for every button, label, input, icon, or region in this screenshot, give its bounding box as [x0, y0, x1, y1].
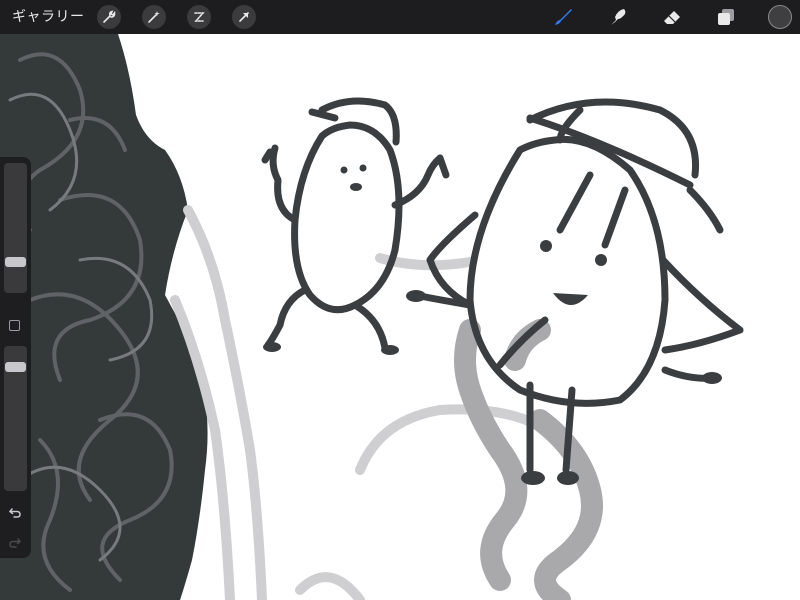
dark-scribble-mass: [0, 34, 208, 600]
selection-icon[interactable]: [187, 5, 211, 29]
wrench-icon[interactable]: [97, 5, 121, 29]
brush-size-thumb[interactable]: [5, 257, 26, 267]
layers-icon[interactable]: [714, 5, 738, 29]
gallery-button[interactable]: ギャラリー: [12, 8, 85, 26]
color-picker-button[interactable]: [768, 5, 792, 29]
transform-arrow-icon[interactable]: [232, 5, 256, 29]
opacity-thumb[interactable]: [5, 362, 26, 372]
brush-size-slider[interactable]: [4, 163, 27, 293]
artwork: [0, 34, 744, 600]
character-left: [261, 97, 450, 352]
brush-icon[interactable]: [551, 5, 575, 29]
left-sidebar: [0, 157, 31, 558]
undo-icon[interactable]: [7, 504, 23, 520]
magic-wand-icon[interactable]: [142, 5, 166, 29]
character-right: [411, 98, 744, 474]
smudge-icon[interactable]: [606, 5, 630, 29]
redo-icon[interactable]: [7, 534, 23, 550]
modify-button[interactable]: [9, 320, 20, 331]
top-toolbar: ギャラリー: [0, 0, 800, 34]
drawing-canvas[interactable]: [0, 34, 800, 600]
eraser-icon[interactable]: [660, 5, 684, 29]
opacity-slider[interactable]: [4, 346, 27, 491]
